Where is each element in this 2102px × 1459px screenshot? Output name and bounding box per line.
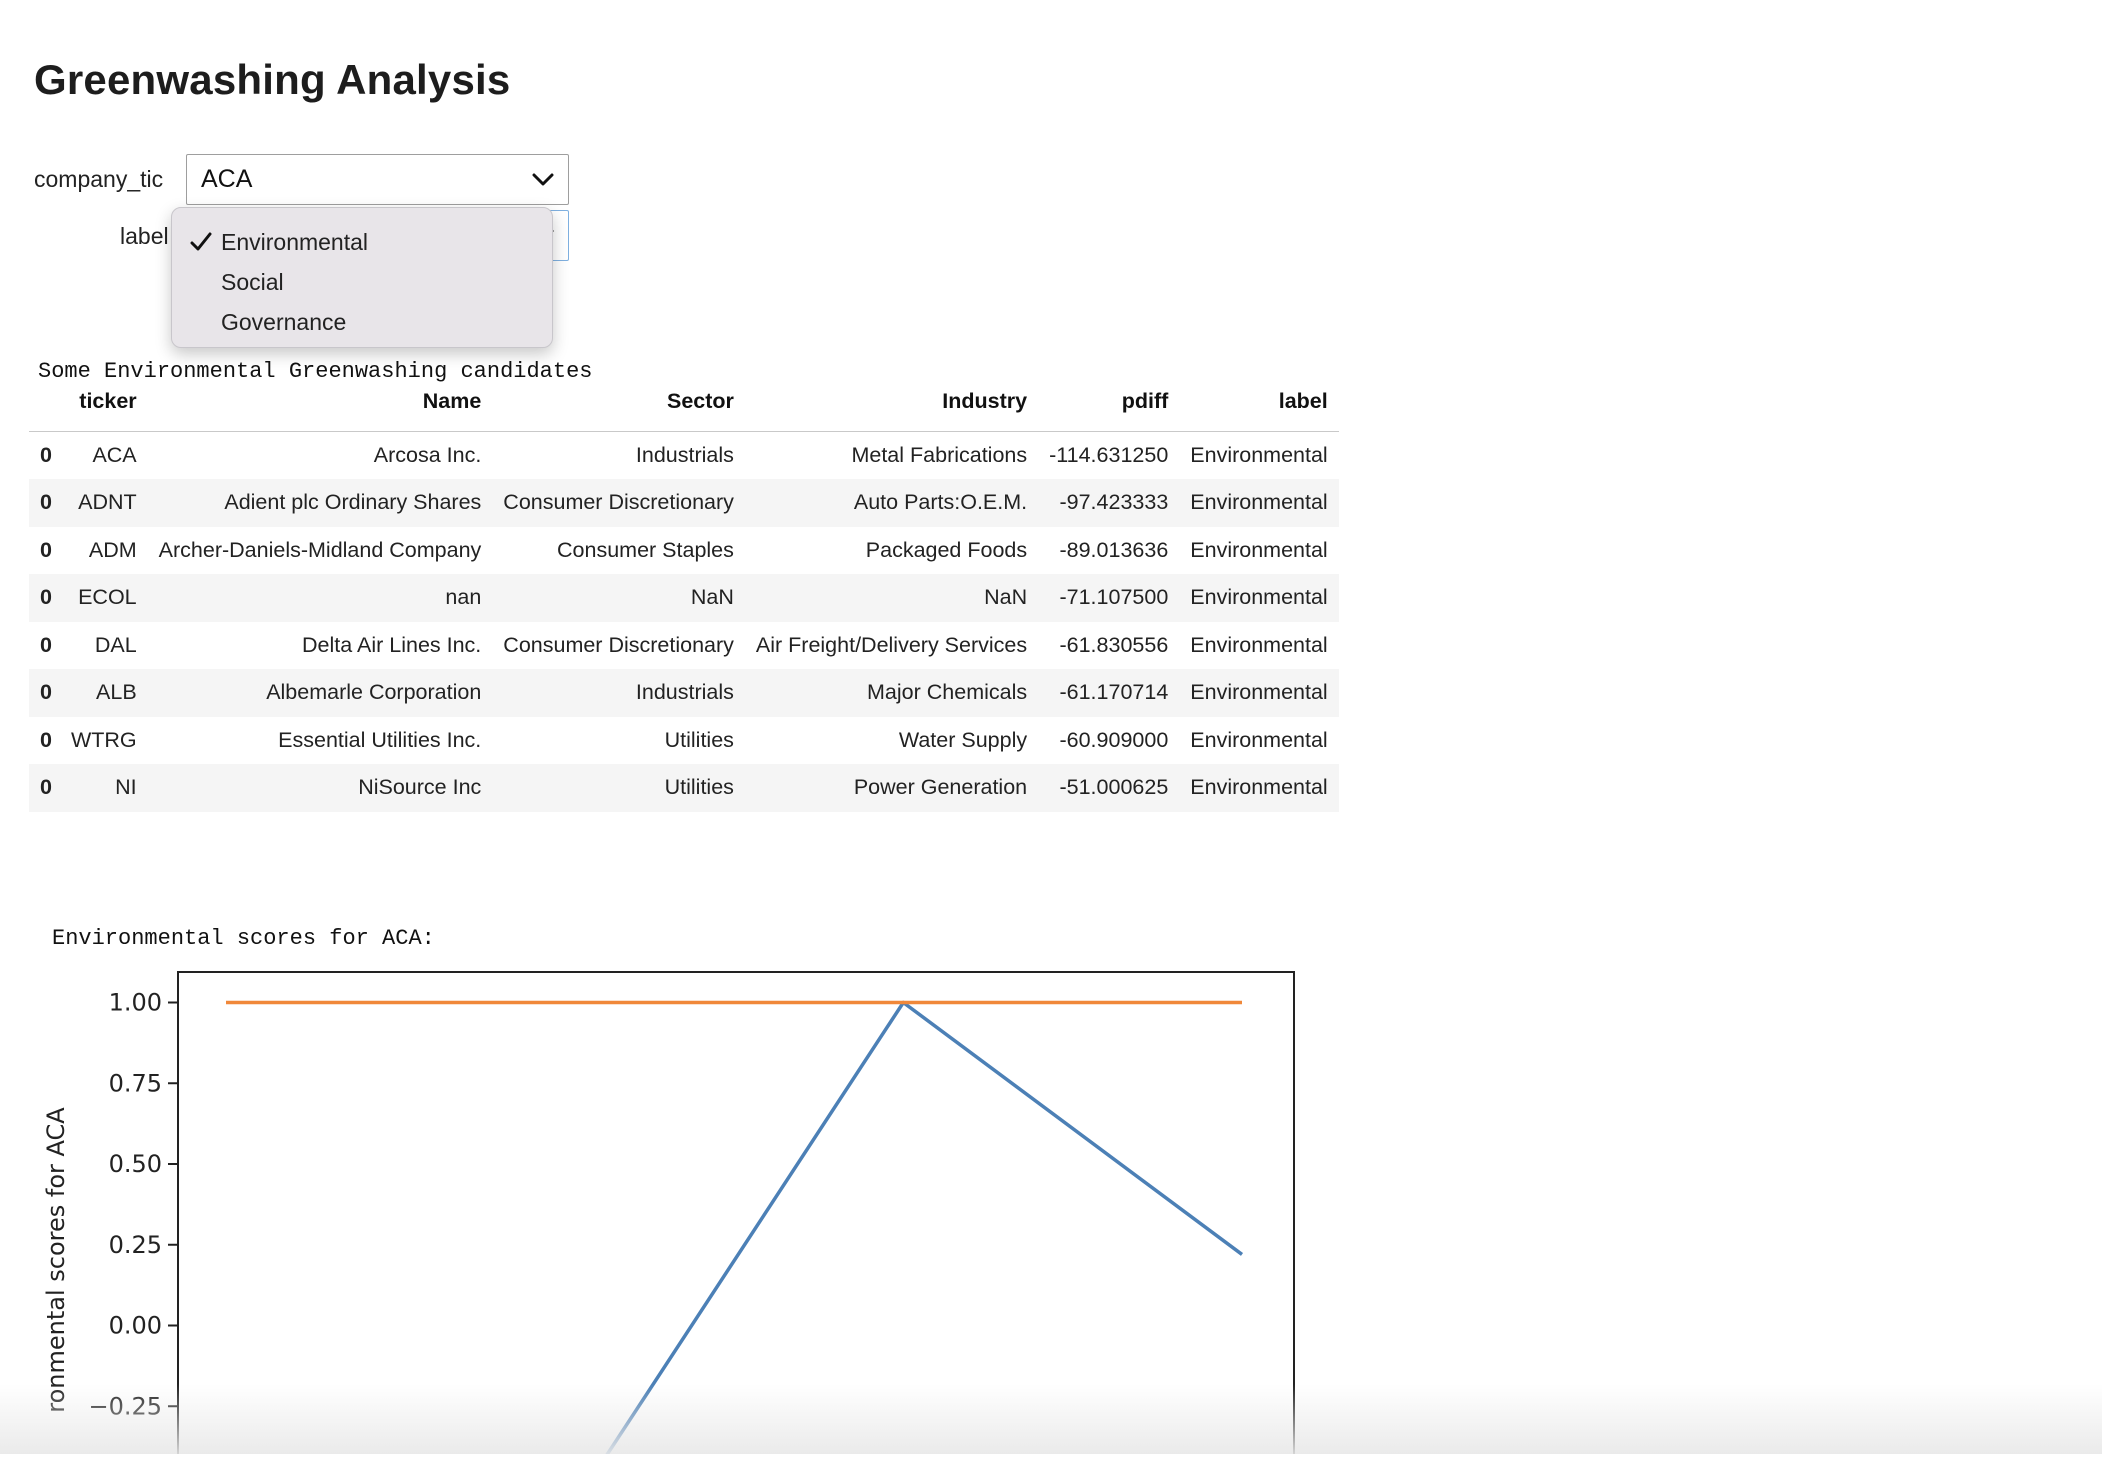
label-select-label: label — [120, 223, 169, 249]
dropdown-option-social[interactable]: Social — [172, 262, 552, 302]
dropdown-option-governance[interactable]: Governance — [172, 302, 552, 342]
cell-label: Environmental — [1190, 632, 1328, 657]
cell-name: Delta Air Lines Inc. — [302, 632, 482, 657]
cell-pdiff: -71.107500 — [1059, 585, 1169, 610]
greenwashing-table: ticker Name Sector Industry pdiff label … — [29, 389, 1339, 812]
row-index: 0 — [40, 775, 52, 800]
cell-name: NiSource Inc — [358, 775, 482, 800]
table-row: 0 WTRG Essential Utilities Inc. Utilitie… — [29, 717, 1339, 765]
y-tick-label: 0.25 — [109, 1231, 162, 1259]
column-header-ticker: ticker — [59, 389, 148, 432]
cell-name: Albemarle Corporation — [266, 680, 482, 705]
checkmark-icon — [190, 232, 212, 251]
cell-industry: Air Freight/Delivery Services — [755, 632, 1028, 657]
row-index: 0 — [40, 537, 52, 562]
cell-label: Environmental — [1190, 537, 1328, 562]
cell-industry: NaN — [984, 585, 1028, 610]
y-axis-label: ronmental scores for ACA — [42, 1107, 70, 1413]
cell-pdiff: -51.000625 — [1059, 775, 1169, 800]
cell-sector: Industrials — [635, 680, 734, 705]
table-row: 0 DAL Delta Air Lines Inc. Consumer Disc… — [29, 622, 1339, 670]
cell-sector: NaN — [690, 585, 734, 610]
cell-ticker: ECOL — [78, 585, 137, 610]
cell-label: Environmental — [1190, 490, 1328, 515]
column-header-pdiff: pdiff — [1038, 389, 1180, 432]
cell-pdiff: -114.631250 — [1049, 443, 1169, 467]
y-tick-label: 0.75 — [109, 1069, 162, 1097]
row-index: 0 — [40, 443, 52, 467]
table-caption: Some Environmental Greenwashing candidat… — [38, 359, 593, 384]
dropdown-option-label: Social — [221, 269, 284, 295]
row-index: 0 — [40, 727, 52, 752]
cell-ticker: DAL — [94, 632, 137, 657]
dropdown-option-label: Governance — [221, 309, 347, 335]
cell-sector: Utilities — [664, 727, 734, 752]
table-row: 0 ALB Albemarle Corporation Industrials … — [29, 669, 1339, 717]
table-row: 0 ECOL nan NaN NaN -71.107500 Environmen… — [29, 574, 1339, 622]
column-header-industry: Industry — [744, 389, 1039, 432]
cell-ticker: ACA — [92, 443, 137, 467]
table-header-row: ticker Name Sector Industry pdiff label — [29, 389, 1339, 432]
cell-ticker: WTRG — [70, 727, 137, 752]
cell-sector: Consumer Discretionary — [503, 632, 734, 657]
cell-industry: Packaged Foods — [865, 537, 1028, 562]
cell-label: Environmental — [1190, 443, 1328, 467]
y-tick-label: −0.25 — [88, 1392, 162, 1420]
dropdown-option-environmental[interactable]: Environmental — [172, 222, 552, 262]
table-row: 0 NI NiSource Inc Utilities Power Genera… — [29, 764, 1339, 812]
company-tic-label: company_tic — [34, 166, 164, 192]
cell-ticker: ADNT — [78, 490, 137, 515]
cell-pdiff: -61.170714 — [1059, 680, 1169, 705]
cell-sector: Industrials — [635, 443, 734, 467]
table-row: 0 ADM Archer-Daniels-Midland Company Con… — [29, 527, 1339, 575]
y-tick-label: 1.00 — [109, 989, 162, 1017]
table-row: 0 ADNT Adient plc Ordinary Shares Consum… — [29, 479, 1339, 527]
cell-industry: Metal Fabrications — [851, 443, 1028, 467]
y-tick-label: 0.50 — [109, 1150, 162, 1178]
table-row: 0 ACA Arcosa Inc. Industrials Metal Fabr… — [29, 432, 1339, 480]
cell-ticker: NI — [115, 775, 137, 800]
cell-label: Environmental — [1190, 727, 1328, 752]
cell-pdiff: -89.013636 — [1059, 537, 1169, 562]
column-header-label: label — [1179, 389, 1339, 432]
cell-name: Adient plc Ordinary Shares — [224, 490, 482, 515]
row-index: 0 — [40, 680, 52, 705]
plot-frame — [177, 971, 1295, 1459]
cell-pdiff: -61.830556 — [1059, 632, 1169, 657]
cell-sector: Utilities — [664, 775, 734, 800]
row-index: 0 — [40, 585, 52, 610]
column-header-index — [29, 389, 60, 432]
cell-name: Archer-Daniels-Midland Company — [158, 537, 482, 562]
label-dropdown-menu: Environmental Social Governance — [171, 207, 553, 348]
cell-pdiff: -60.909000 — [1059, 727, 1169, 752]
company-tic-select[interactable]: ACA — [186, 154, 569, 205]
cell-label: Environmental — [1190, 680, 1328, 705]
cell-name: nan — [445, 585, 482, 610]
row-index: 0 — [40, 490, 52, 515]
cell-industry: Power Generation — [853, 775, 1028, 800]
dropdown-option-label: Environmental — [221, 229, 369, 255]
cell-label: Environmental — [1190, 775, 1328, 800]
row-index: 0 — [40, 632, 52, 657]
cell-pdiff: -97.423333 — [1059, 490, 1169, 515]
cell-ticker: ADM — [88, 537, 137, 562]
chart-caption: Environmental scores for ACA: — [52, 926, 435, 951]
score-chart-svg: 1.00 0.75 0.50 0.25 0.00 −0.25 ronmental score… — [42, 971, 1295, 1459]
cell-industry: Auto Parts:O.E.M. — [853, 490, 1028, 515]
cell-industry: Water Supply — [898, 727, 1028, 752]
column-header-sector: Sector — [492, 389, 745, 432]
cell-sector: Consumer Staples — [557, 537, 734, 562]
cell-name: Essential Utilities Inc. — [278, 727, 482, 752]
chevron-down-icon — [532, 173, 554, 185]
y-tick-label: 0.00 — [109, 1312, 162, 1340]
cell-ticker: ALB — [96, 680, 137, 705]
company-tic-value: ACA — [201, 165, 253, 193]
cell-name: Arcosa Inc. — [373, 443, 482, 467]
page-title: Greenwashing Analysis — [34, 56, 511, 103]
cell-label: Environmental — [1190, 585, 1328, 610]
cell-sector: Consumer Discretionary — [503, 490, 734, 515]
cell-industry: Major Chemicals — [867, 680, 1028, 705]
score-chart: 1.00 0.75 0.50 0.25 0.00 −0.25 ronmental score… — [0, 960, 1320, 1459]
column-header-name: Name — [147, 389, 493, 432]
